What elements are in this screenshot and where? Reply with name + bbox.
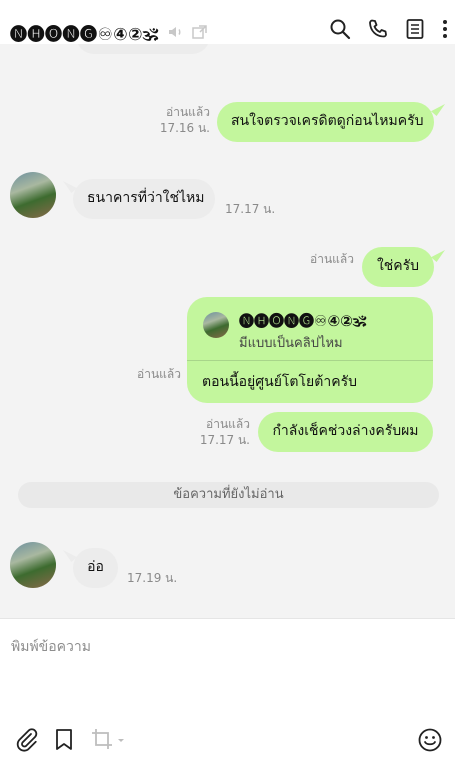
reply-message-text: ตอนนี้อยู่ศูนย์โตโยต้าครับ — [202, 374, 357, 390]
message-input[interactable]: พิมพ์ข้อความ — [11, 636, 91, 658]
chat-message-area[interactable]: อ่านแล้ว 17.16 น. สนใจตรวจเครดิตดูก่อนไห… — [0, 44, 455, 618]
read-receipt: อ่านแล้ว 17.17 น. — [199, 417, 250, 447]
message-bubble-incoming[interactable]: ธนาคารที่ว่าใช่ไหม — [73, 179, 215, 219]
phone-icon[interactable] — [367, 18, 389, 40]
notes-icon[interactable] — [405, 18, 425, 40]
reply-sender-name: 🅝🅗🅞🅝🅖♾④②🕉 — [239, 312, 367, 330]
reply-avatar — [203, 312, 229, 338]
message-time: 17.17 น. — [225, 202, 276, 216]
scrolled-message-fragment — [76, 44, 210, 54]
message-composer: พิมพ์ข้อความ — [0, 618, 455, 767]
crop-icon[interactable] — [90, 727, 128, 753]
avatar[interactable] — [10, 172, 56, 218]
emoji-icon[interactable] — [417, 727, 443, 753]
external-window-icon[interactable] — [191, 23, 209, 41]
bookmark-icon[interactable] — [53, 727, 75, 753]
search-icon[interactable] — [329, 18, 351, 40]
reply-message-bubble[interactable]: 🅝🅗🅞🅝🅖♾④②🕉 มีแบบเป็นคลิปไหม ตอนนี้อยู่ศูน… — [187, 297, 433, 403]
message-bubble-outgoing[interactable]: ใช่ครับ — [362, 247, 434, 287]
mute-icon[interactable] — [167, 23, 185, 41]
unread-divider: ข้อความที่ยังไม่อ่าน — [18, 482, 439, 508]
attach-icon[interactable] — [14, 727, 40, 753]
reply-quote[interactable]: 🅝🅗🅞🅝🅖♾④②🕉 มีแบบเป็นคลิปไหม — [187, 297, 433, 361]
avatar[interactable] — [10, 542, 56, 588]
more-vertical-icon[interactable] — [441, 18, 449, 40]
chat-title[interactable]: 🅝🅗🅞🅝🅖♾④②🕉 — [10, 20, 159, 45]
reply-quoted-text: มีแบบเป็นคลิปไหม — [239, 336, 343, 351]
read-receipt: อ่านแล้ว — [310, 252, 354, 266]
message-time: 17.19 น. — [127, 571, 178, 585]
read-receipt: อ่านแล้ว — [137, 367, 181, 381]
message-bubble-incoming[interactable]: อ่อ — [73, 548, 118, 588]
read-receipt: อ่านแล้ว 17.16 น. — [159, 105, 210, 135]
bubble-tail — [431, 104, 445, 116]
message-bubble-outgoing[interactable]: กำลังเช็คช่วงล่างครับผม — [258, 412, 433, 452]
message-bubble-outgoing[interactable]: สนใจตรวจเครดิตดูก่อนไหมครับ — [217, 102, 434, 142]
